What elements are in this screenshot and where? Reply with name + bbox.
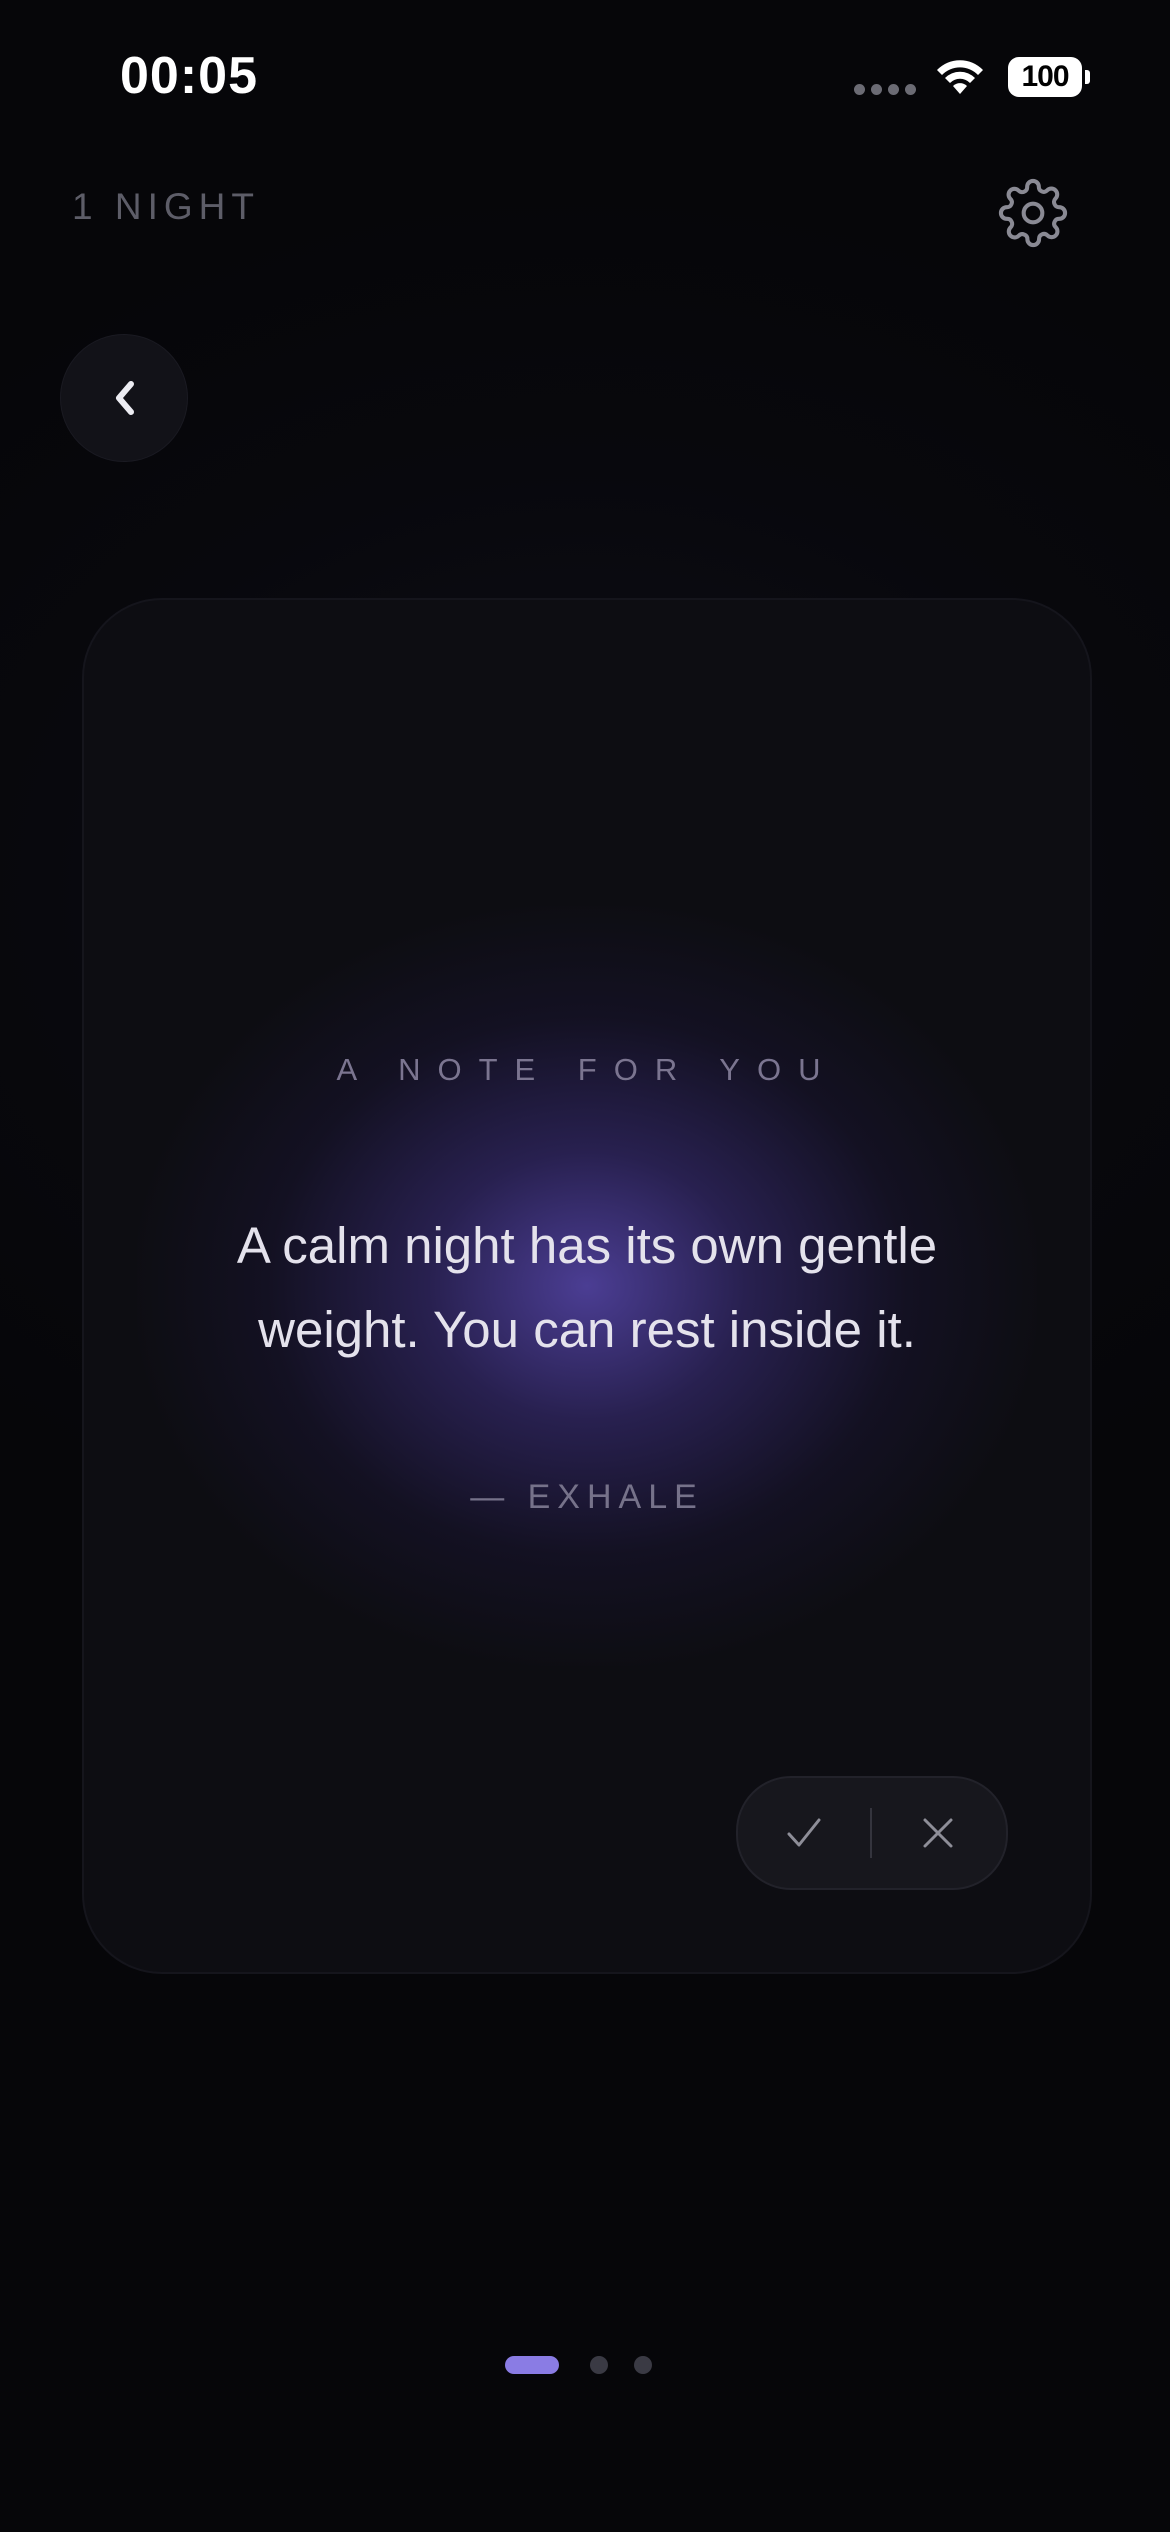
- checkmark-icon: [787, 1818, 821, 1847]
- settings-button[interactable]: [990, 170, 1076, 256]
- note-eyebrow: A NOTE FOR YOU: [336, 1052, 838, 1087]
- page-dot-active[interactable]: [505, 2356, 559, 2374]
- note-card[interactable]: A NOTE FOR YOU A calm night has its own …: [82, 598, 1092, 1974]
- close-icon: [923, 1818, 953, 1848]
- wifi-icon: [934, 56, 986, 98]
- page-indicator: [0, 2356, 1170, 2374]
- chevron-left-icon: [116, 381, 134, 415]
- dismiss-button[interactable]: [872, 1778, 1004, 1888]
- signal-dots-icon: [854, 84, 916, 96]
- page-dot[interactable]: [634, 2356, 652, 2374]
- status-time: 00:05: [120, 47, 258, 105]
- battery-icon: 100: [1008, 57, 1092, 97]
- streak-label: 1 NIGHT: [72, 186, 260, 227]
- accept-button[interactable]: [738, 1778, 870, 1888]
- status-bar: 00:05 100: [0, 0, 1170, 150]
- battery-level: 100: [1021, 60, 1069, 93]
- back-button[interactable]: [60, 334, 188, 462]
- quote-author: — EXHALE: [470, 1478, 704, 1516]
- gear-icon: [998, 178, 1068, 248]
- quote-text: A calm night has its own gentle weight. …: [236, 1217, 938, 1358]
- feedback-pill: [736, 1776, 1008, 1890]
- page-dot[interactable]: [590, 2356, 608, 2374]
